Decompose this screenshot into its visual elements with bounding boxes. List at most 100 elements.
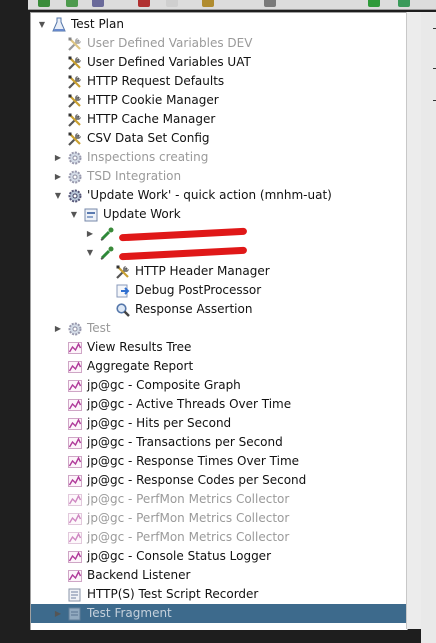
tree-node-label: jp@gc - PerfMon Metrics Collector <box>87 530 290 544</box>
tree-node-label: 'Update Work' - quick action (mnhm-uat) <box>87 188 332 202</box>
tree-node-label: jp@gc - Response Times Over Time <box>87 454 300 468</box>
tree-node-label: Test Fragment <box>87 606 172 620</box>
tree-node-label: TSD Integration <box>87 169 182 183</box>
config-element-wrench-icon <box>67 93 83 109</box>
listener-graph-icon <box>67 378 83 394</box>
tree-node-label: jp@gc - Hits per Second <box>87 416 232 430</box>
tree-node[interactable]: jp@gc - Hits per Second <box>31 414 407 433</box>
tree-node[interactable]: jp@gc - Response Times Over Time <box>31 452 407 471</box>
tree-node-label: jp@gc - Response Codes per Second <box>87 473 307 487</box>
expand-toggle-icon[interactable]: ▼ <box>37 15 47 34</box>
collapse-toggle-icon[interactable]: ▶ <box>85 224 95 243</box>
listener-graph-icon <box>67 454 83 470</box>
tree-node-label: jp@gc - PerfMon Metrics Collector <box>87 492 290 506</box>
listener-graph-icon <box>67 511 83 527</box>
tree-node[interactable]: ▼ 'Update Work' - quick action (mnhm-uat) <box>31 186 407 205</box>
tree-node-label: HTTP Cache Manager <box>87 112 216 126</box>
tree-node[interactable]: jp@gc - PerfMon Metrics Collector <box>31 528 407 547</box>
tree-node[interactable]: jp@gc - Transactions per Second <box>31 433 407 452</box>
toolbar <box>28 0 436 10</box>
tree-node-label: jp@gc - Transactions per Second <box>87 435 283 449</box>
thread-group-gear-icon <box>67 169 83 185</box>
tree-node[interactable]: HTTP(S) Test Script Recorder <box>31 585 407 604</box>
test-plan-tree[interactable]: ▼ Test Plan User Defined Variables DEV User… <box>30 12 408 631</box>
listener-graph-icon <box>67 359 83 375</box>
collapse-toggle-icon[interactable]: ▶ <box>53 167 63 186</box>
toolbar-button-icon[interactable] <box>398 0 410 7</box>
toolbar-button-icon[interactable] <box>66 0 78 7</box>
tree-node-label: CSV Data Set Config <box>87 131 210 145</box>
tree-node[interactable]: jp@gc - Active Threads Over Time <box>31 395 407 414</box>
right-editor-panel <box>421 12 436 643</box>
toolbar-button-icon[interactable] <box>202 0 214 7</box>
tree-node[interactable]: jp@gc - PerfMon Metrics Collector <box>31 490 407 509</box>
collapse-toggle-icon[interactable]: ▶ <box>53 604 63 623</box>
toolbar-button-icon[interactable] <box>166 0 178 7</box>
toolbar-button-icon[interactable] <box>92 0 104 7</box>
listener-graph-icon <box>67 397 83 413</box>
listener-graph-icon <box>67 530 83 546</box>
redaction-mark <box>118 246 248 261</box>
tree-node[interactable]: ▼ <box>31 243 407 262</box>
expand-toggle-icon[interactable]: ▼ <box>69 205 79 224</box>
tree-node[interactable]: jp@gc - Composite Graph <box>31 376 407 395</box>
collapse-toggle-icon[interactable]: ▶ <box>53 319 63 338</box>
tree-node-label: HTTP Cookie Manager <box>87 93 219 107</box>
tree-node-label: Response Assertion <box>135 302 253 316</box>
collapse-toggle-icon[interactable]: ▶ <box>53 148 63 167</box>
tree-node[interactable]: HTTP Header Manager <box>31 262 407 281</box>
tree-node-label: Inspections creating <box>87 150 209 164</box>
tree-node[interactable]: Aggregate Report <box>31 357 407 376</box>
toolbar-button-icon[interactable] <box>368 0 380 7</box>
tree-node[interactable]: jp@gc - Console Status Logger <box>31 547 407 566</box>
tree-node[interactable]: HTTP Request Defaults <box>31 72 407 91</box>
tree-node[interactable]: View Results Tree <box>31 338 407 357</box>
tree-node[interactable]: jp@gc - Response Codes per Second <box>31 471 407 490</box>
bottom-edge <box>30 630 421 643</box>
listener-graph-icon <box>67 549 83 565</box>
tree-node[interactable]: CSV Data Set Config <box>31 129 407 148</box>
tree-node[interactable]: User Defined Variables DEV <box>31 34 407 53</box>
tree-node[interactable]: ▶ Test Fragment <box>31 604 407 623</box>
tree-node[interactable]: ▶ Test <box>31 319 407 338</box>
tree-node[interactable]: HTTP Cookie Manager <box>31 91 407 110</box>
tree-node[interactable]: ▼ Update Work <box>31 205 407 224</box>
tree-node[interactable]: Response Assertion <box>31 300 407 319</box>
post-processor-arrow-icon <box>115 283 131 299</box>
tree-node-label: View Results Tree <box>87 340 192 354</box>
tree-node[interactable]: HTTP Cache Manager <box>31 110 407 129</box>
tree-node[interactable]: ▶ <box>31 224 407 243</box>
config-element-wrench-icon <box>67 36 83 52</box>
tree-node[interactable]: ▶ TSD Integration <box>31 167 407 186</box>
http-sampler-pipette-icon <box>99 245 115 261</box>
tree-vertical-scrollbar[interactable] <box>406 12 421 629</box>
test-fragment-icon <box>67 606 83 622</box>
toolbar-button-icon[interactable] <box>38 0 50 7</box>
tree-node-label: Aggregate Report <box>87 359 194 373</box>
thread-group-gear-icon <box>67 188 83 204</box>
tree-node[interactable]: User Defined Variables UAT <box>31 53 407 72</box>
config-element-wrench-icon <box>67 55 83 71</box>
config-element-wrench-icon <box>67 131 83 147</box>
expand-toggle-icon[interactable]: ▼ <box>53 186 63 205</box>
config-element-wrench-icon <box>67 74 83 90</box>
tree-node-label: HTTP Request Defaults <box>87 74 225 88</box>
tree-node[interactable]: Backend Listener <box>31 566 407 585</box>
tree-node-label: Backend Listener <box>87 568 191 582</box>
tree-node[interactable]: jp@gc - PerfMon Metrics Collector <box>31 509 407 528</box>
tree-node[interactable]: ▼ Test Plan <box>31 15 407 34</box>
assertion-magnifier-icon <box>115 302 131 318</box>
tree-node-label: Update Work <box>103 207 181 221</box>
listener-graph-icon <box>67 416 83 432</box>
expand-toggle-icon[interactable]: ▼ <box>85 243 95 262</box>
tree-node[interactable]: ▶ Inspections creating <box>31 148 407 167</box>
listener-graph-icon <box>67 568 83 584</box>
toolbar-button-icon[interactable] <box>264 0 276 7</box>
http-sampler-pipette-icon <box>99 226 115 242</box>
tree-node-label: User Defined Variables DEV <box>87 36 253 50</box>
config-element-wrench-icon <box>115 264 131 280</box>
tree-node-label: jp@gc - Active Threads Over Time <box>87 397 292 411</box>
tree-node[interactable]: Debug PostProcessor <box>31 281 407 300</box>
toolbar-button-icon[interactable] <box>138 0 150 7</box>
tree-node-label: User Defined Variables UAT <box>87 55 251 69</box>
